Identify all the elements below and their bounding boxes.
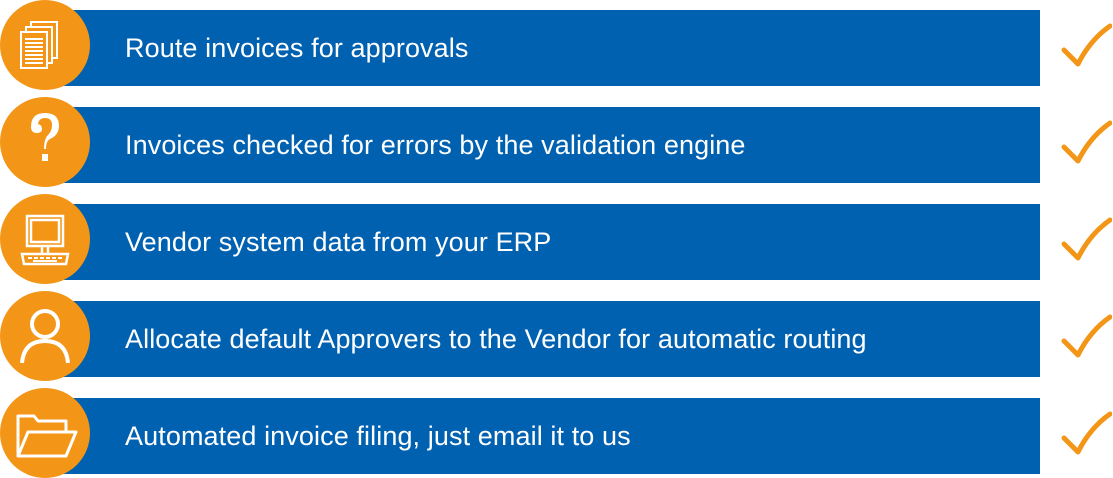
user-icon (0, 291, 90, 381)
list-item-automated-filing: Automated invoice filing, just email it … (0, 388, 1113, 478)
list-item-route-invoices: Route invoices for approvals (0, 0, 1113, 90)
question-icon (0, 97, 90, 187)
list-item-allocate-approvers: Allocate default Approvers to the Vendor… (0, 291, 1113, 381)
check-icon (1061, 411, 1112, 455)
list-item-vendor-data: Vendor system data from your ERP (0, 194, 1113, 284)
check-icon (1061, 120, 1112, 164)
item-label: Vendor system data from your ERP (125, 227, 552, 257)
check-icon (1061, 314, 1112, 358)
list-item-invoices-checked: Invoices checked for errors by the valid… (0, 97, 1113, 187)
check-icon (1061, 217, 1112, 261)
folder-icon (0, 388, 90, 478)
documents-icon (0, 0, 90, 90)
check-icon (1061, 23, 1112, 67)
item-label: Automated invoice filing, just email it … (125, 421, 631, 451)
item-label: Invoices checked for errors by the valid… (125, 130, 746, 160)
item-label: Route invoices for approvals (125, 33, 469, 63)
computer-icon (0, 194, 90, 284)
item-label: Allocate default Approvers to the Vendor… (125, 324, 867, 354)
